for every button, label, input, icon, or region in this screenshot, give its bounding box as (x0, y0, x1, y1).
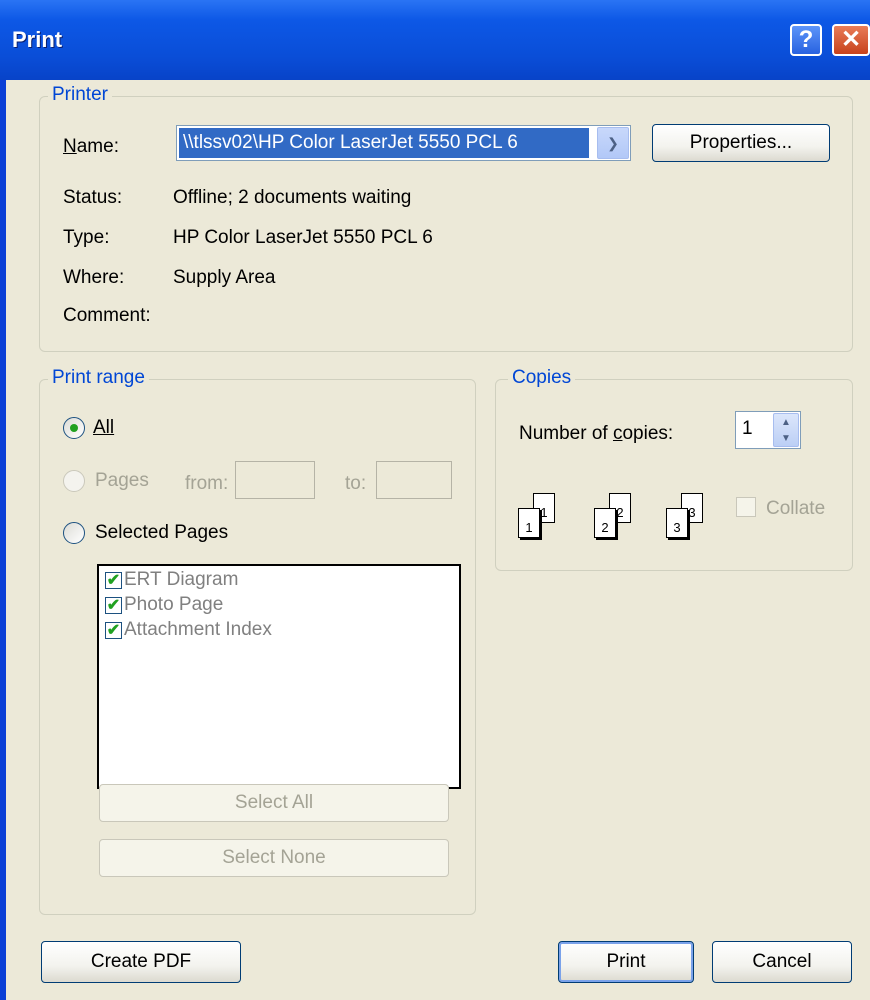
page-number: 1 (525, 520, 533, 535)
page-number: 2 (616, 505, 624, 520)
selected-pages-radio[interactable] (63, 522, 85, 544)
dialog-title: Print (12, 27, 63, 52)
selected-pages-list[interactable]: ✔ ERT Diagram ✔ Photo Page ✔ Attachment … (97, 564, 461, 789)
checkbox-checked-icon[interactable]: ✔ (105, 621, 122, 639)
properties-button-label: Properties... (689, 132, 793, 153)
help-icon[interactable]: ? (790, 24, 822, 56)
select-all-button[interactable]: Select All (99, 784, 449, 822)
list-item[interactable]: ✔ ERT Diagram (105, 568, 238, 592)
to-input[interactable] (376, 461, 452, 499)
selected-pages-label[interactable]: Selected Pages (95, 522, 228, 544)
type-label: Type: (63, 227, 110, 248)
copies-stepper[interactable]: 1 ▲ ▼ (735, 411, 801, 449)
close-icon[interactable]: ✕ (832, 24, 870, 56)
print-dialog: Print ? ✕ Printer Name: \\tlssv02\HP Col… (0, 0, 870, 1000)
create-pdf-button-label: Create PDF (90, 951, 192, 972)
printer-name-value: \\tlssv02\HP Color LaserJet 5550 PCL 6 (179, 128, 589, 158)
select-none-button[interactable]: Select None (99, 839, 449, 877)
cancel-button-label: Cancel (752, 951, 812, 972)
list-item-label: ERT Diagram (124, 569, 239, 590)
all-radio[interactable] (63, 417, 85, 439)
type-value: HP Color LaserJet 5550 PCL 6 (173, 227, 433, 248)
collate-label[interactable]: Collate (766, 498, 825, 520)
page-icon: 1 (518, 508, 540, 538)
collate-checkbox[interactable] (736, 497, 756, 517)
status-value: Offline; 2 documents waiting (173, 187, 412, 208)
status-label: Status: (63, 187, 123, 208)
print-button-label: Print (606, 951, 646, 972)
title-bar[interactable]: Print ? ✕ (0, 0, 870, 80)
copies-value: 1 (742, 418, 753, 439)
pages-radio-label[interactable]: Pages (95, 470, 149, 492)
chevron-down-icon[interactable]: ▼ (774, 430, 798, 446)
stepper-buttons: ▲ ▼ (773, 413, 799, 447)
radio-selected-dot (70, 424, 78, 432)
cancel-button[interactable]: Cancel (712, 941, 852, 983)
copies-group-title: Copies (508, 367, 576, 389)
from-input[interactable] (235, 461, 315, 499)
where-label: Where: (63, 267, 125, 288)
checkbox-checked-icon[interactable]: ✔ (105, 571, 122, 589)
select-all-button-label: Select All (234, 792, 314, 813)
page-number: 3 (688, 505, 696, 520)
page-icon: 2 (594, 508, 616, 538)
select-none-button-label: Select None (222, 847, 326, 868)
to-label: to: (345, 473, 367, 494)
printer-group-title: Printer (48, 84, 112, 106)
print-range-group-title: Print range (48, 367, 149, 389)
printer-name-select[interactable]: \\tlssv02\HP Color LaserJet 5550 PCL 6 ❯ (176, 125, 631, 161)
create-pdf-button[interactable]: Create PDF (41, 941, 241, 983)
name-label-rest: ame: (76, 136, 119, 157)
chevron-down-icon[interactable]: ❯ (597, 127, 629, 159)
chevron-up-icon[interactable]: ▲ (774, 414, 798, 430)
print-button[interactable]: Print (558, 941, 694, 983)
from-label: from: (185, 473, 229, 494)
name-label: Name: (63, 136, 119, 158)
checkbox-checked-icon[interactable]: ✔ (105, 596, 122, 614)
all-radio-label-text: All (93, 417, 115, 438)
dialog-body: Printer Name: \\tlssv02\HP Color LaserJe… (6, 80, 870, 1000)
pages-radio[interactable] (63, 470, 85, 492)
page-number: 3 (673, 520, 681, 535)
page-number: 2 (601, 520, 609, 535)
list-item[interactable]: ✔ Photo Page (105, 593, 223, 617)
copies-group: Copies (495, 367, 853, 571)
comment-label: Comment: (63, 305, 151, 326)
number-of-copies-label: Number of copies: (519, 423, 674, 444)
where-value: Supply Area (173, 267, 276, 288)
all-radio-label[interactable]: All (93, 417, 114, 439)
list-item-label: Attachment Index (124, 619, 272, 640)
page-number: 1 (540, 505, 548, 520)
list-item-label: Photo Page (124, 594, 224, 615)
name-label-text: N (63, 136, 77, 157)
properties-button[interactable]: Properties... (652, 124, 830, 162)
list-item[interactable]: ✔ Attachment Index (105, 618, 272, 642)
page-icon: 3 (666, 508, 688, 538)
